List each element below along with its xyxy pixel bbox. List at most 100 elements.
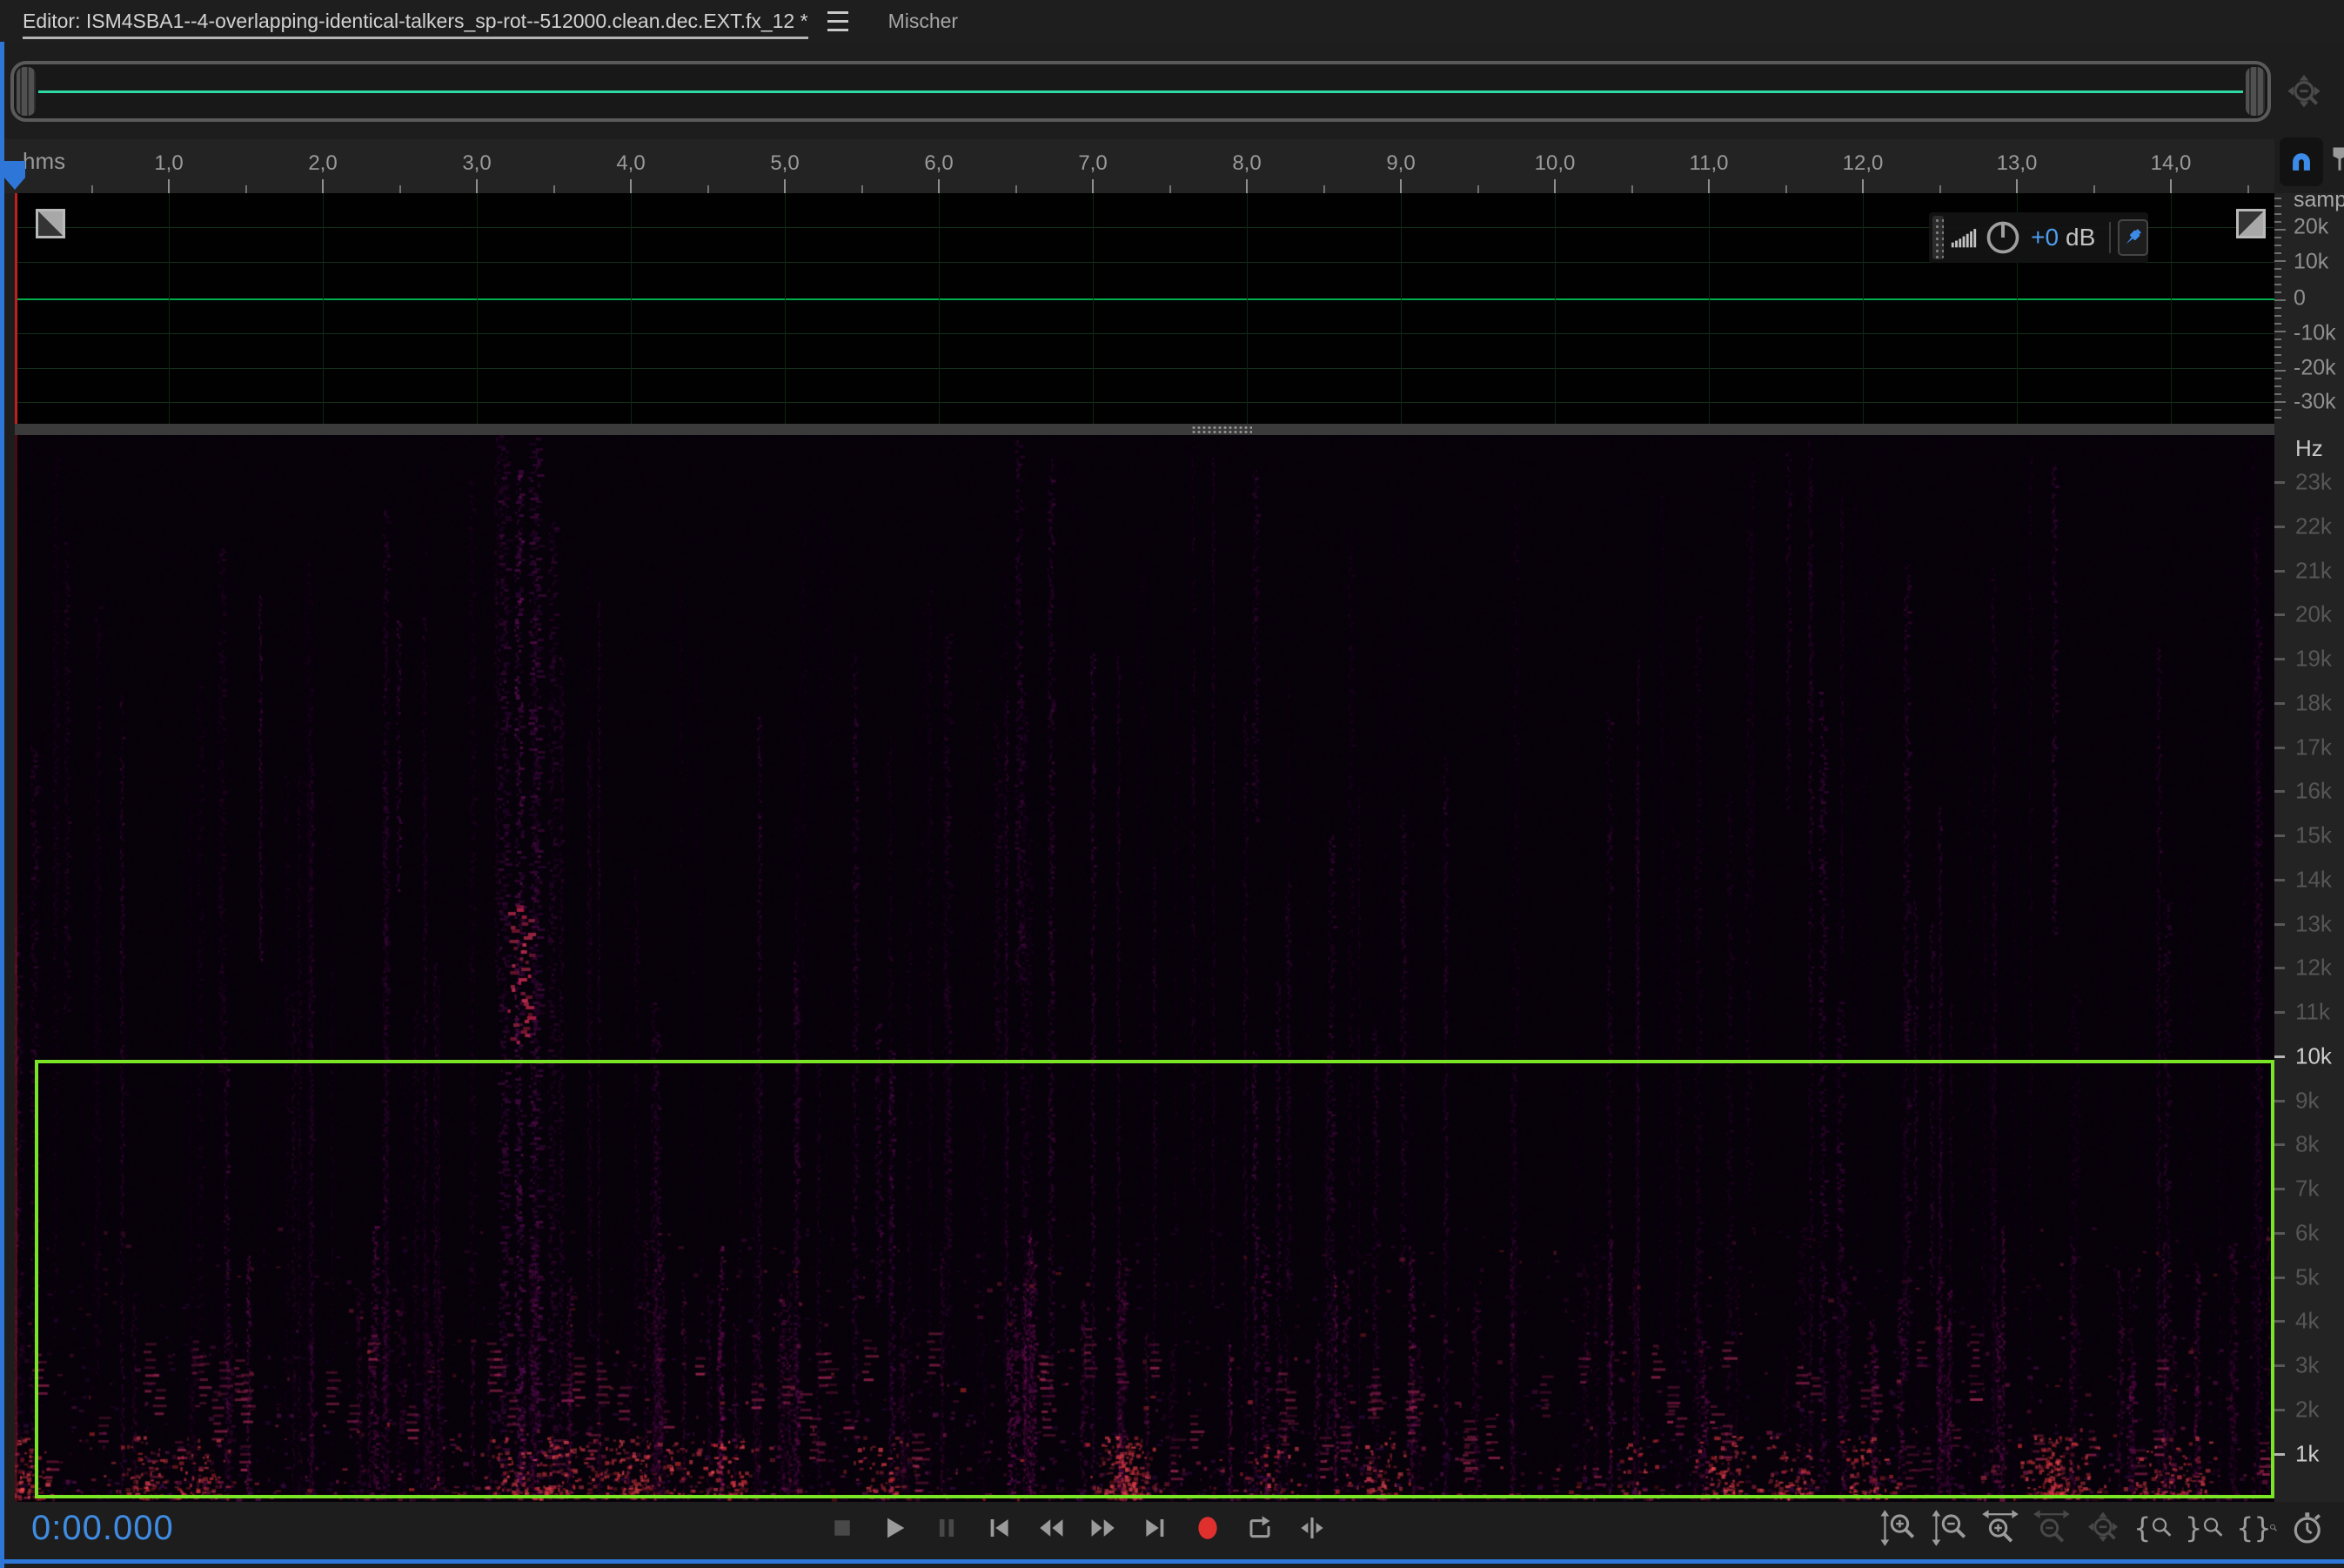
playhead-line[interactable] (15, 193, 17, 424)
ruler-major-tick (2016, 179, 2018, 193)
fast-forward-button[interactable] (1082, 1507, 1124, 1549)
wave-gridline-v (2171, 193, 2172, 424)
frequency-axis-label: 10k (2295, 1042, 2332, 1069)
rewind-button[interactable] (1030, 1507, 1072, 1549)
zoom-navigate-icon[interactable] (2283, 71, 2325, 113)
amplitude-axis-tick (2274, 354, 2281, 356)
ruler-minor-tick (1477, 185, 1479, 193)
amplitude-axis-tick (2274, 291, 2281, 293)
ruler-tick-label: 12,0 (1843, 151, 1884, 176)
add-marker-button[interactable] (2327, 141, 2344, 176)
hud-pin-button[interactable] (2118, 219, 2148, 256)
spectral-selection-box[interactable] (35, 1060, 2274, 1498)
ruler-tick-label: 14,0 (2151, 151, 2192, 176)
spectral-frequency-display[interactable] (15, 435, 2274, 1502)
amplitude-axis-tick (2274, 417, 2281, 419)
frequency-axis-tick (2274, 923, 2285, 926)
zoom-out-horizontal-icon (2033, 1509, 2071, 1547)
ruler-major-tick (1246, 179, 1248, 193)
tab-editor[interactable]: Editor: ISM4SBA1--4-overlapping-identica… (23, 0, 808, 42)
amplitude-axis-tick (2274, 346, 2281, 348)
panel-splitter[interactable] (15, 424, 2274, 435)
hud-drag-handle[interactable] (1932, 216, 1944, 259)
zoom-in-vertical-button[interactable] (1877, 1507, 1919, 1549)
amplitude-axis-tick (2274, 385, 2281, 387)
loop-icon (1246, 1514, 1274, 1542)
frequency-axis-label: 11k (2295, 999, 2330, 1026)
wave-gridline-v (1247, 193, 1248, 424)
frequency-axis-tick (2274, 747, 2285, 749)
right-axis-column: samp 20k10k0-10k-20k-30k Hz 23k22k21k20k… (2274, 193, 2344, 1502)
skip-selection-button[interactable] (1291, 1507, 1333, 1549)
braces-glyph: {} (2236, 1511, 2272, 1545)
fade-in-handle[interactable] (36, 209, 65, 238)
ruler-minor-tick (1169, 185, 1171, 193)
pause-button[interactable] (926, 1507, 968, 1549)
stop-icon (829, 1515, 855, 1541)
amplitude-axis-tick (2274, 260, 2286, 262)
playhead-caret[interactable] (4, 161, 25, 190)
play-button[interactable] (874, 1507, 915, 1549)
loop-playback-button[interactable] (1239, 1507, 1281, 1549)
amplitude-axis-tick (2274, 198, 2281, 199)
ruler-tick-label: 6,0 (924, 151, 953, 176)
amplitude-axis-tick (2274, 401, 2286, 403)
ruler-tick-label: 11,0 (1690, 151, 1729, 176)
frequency-axis-tick (2274, 834, 2285, 837)
wave-gridline-v (1401, 193, 1402, 424)
timer-button[interactable] (2287, 1507, 2329, 1549)
waveform-display[interactable]: +0 dB (15, 193, 2274, 424)
ruler-minor-tick (553, 185, 555, 193)
frequency-axis-label: 9k (2295, 1087, 2319, 1114)
wave-gridline-v (477, 193, 478, 424)
frequency-axis-tick (2274, 790, 2285, 793)
audition-editor-panel: Editor: ISM4SBA1--4-overlapping-identica… (0, 0, 2344, 1568)
amplitude-axis-label: -20k (2294, 356, 2336, 381)
zoom-in-point-icon (2147, 1511, 2175, 1545)
snap-toggle-button[interactable] (2280, 137, 2323, 186)
zoom-reset-button[interactable] (2082, 1507, 2124, 1549)
wave-gridline-v (169, 193, 170, 424)
navigator-right-handle[interactable] (2246, 67, 2265, 116)
zoom-out-vertical-icon (1930, 1509, 1968, 1547)
fade-out-handle[interactable] (2236, 209, 2266, 238)
wave-zero-line (15, 298, 2274, 300)
tab-mischer[interactable]: Mischer (888, 10, 959, 33)
frequency-axis-label: 3k (2295, 1352, 2319, 1379)
frequency-axis-label: 8k (2295, 1131, 2319, 1158)
gain-hud[interactable]: +0 dB (1929, 212, 2148, 263)
time-display[interactable]: 0:00.000 (31, 1509, 174, 1548)
stop-button[interactable] (821, 1507, 863, 1549)
zoom-out-point-button[interactable]: } (2185, 1507, 2227, 1549)
timeline-ruler[interactable]: hms 1,02,03,04,05,06,07,08,09,010,011,01… (0, 139, 2274, 193)
zoom-in-point-button[interactable]: { (2133, 1507, 2175, 1549)
zoom-in-horizontal-button[interactable] (1979, 1507, 2021, 1549)
zoom-to-selection-button[interactable]: {} (2236, 1507, 2278, 1549)
wave-gridline-v (1709, 193, 1710, 424)
gain-value[interactable]: +0 (2031, 224, 2059, 251)
ruler-major-tick (1554, 179, 1556, 193)
panel-menu-icon[interactable] (827, 11, 848, 31)
skip-to-start-button[interactable] (978, 1507, 1020, 1549)
frequency-axis-tick (2274, 1453, 2285, 1456)
amplitude-axis-tick (2274, 237, 2281, 238)
amplitude-axis-label: 10k (2294, 250, 2328, 275)
ruler-tick-label: 13,0 (1997, 151, 2038, 176)
zoom-out-horizontal-button[interactable] (2031, 1507, 2073, 1549)
amplitude-axis-tick (2274, 393, 2281, 395)
record-button[interactable] (1187, 1507, 1229, 1549)
playhead-line-spectral (15, 435, 17, 1502)
zoom-navigator-bar[interactable] (10, 61, 2271, 122)
zoom-reset-icon (2084, 1509, 2122, 1547)
splitter-grip[interactable] (1191, 426, 1252, 433)
amplitude-axis-tick (2274, 378, 2281, 379)
amplitude-axis-tick (2274, 323, 2281, 325)
frequency-axis-label: 1k (2295, 1440, 2319, 1467)
ruler-major-tick (322, 179, 324, 193)
zoom-out-vertical-button[interactable] (1928, 1507, 1970, 1549)
gain-knob[interactable] (1984, 218, 2022, 257)
frequency-axis-label: 13k (2295, 910, 2332, 937)
skip-to-end-button[interactable] (1135, 1507, 1176, 1549)
amplitude-axis-label: 20k (2294, 215, 2328, 240)
navigator-left-handle[interactable] (17, 67, 36, 116)
